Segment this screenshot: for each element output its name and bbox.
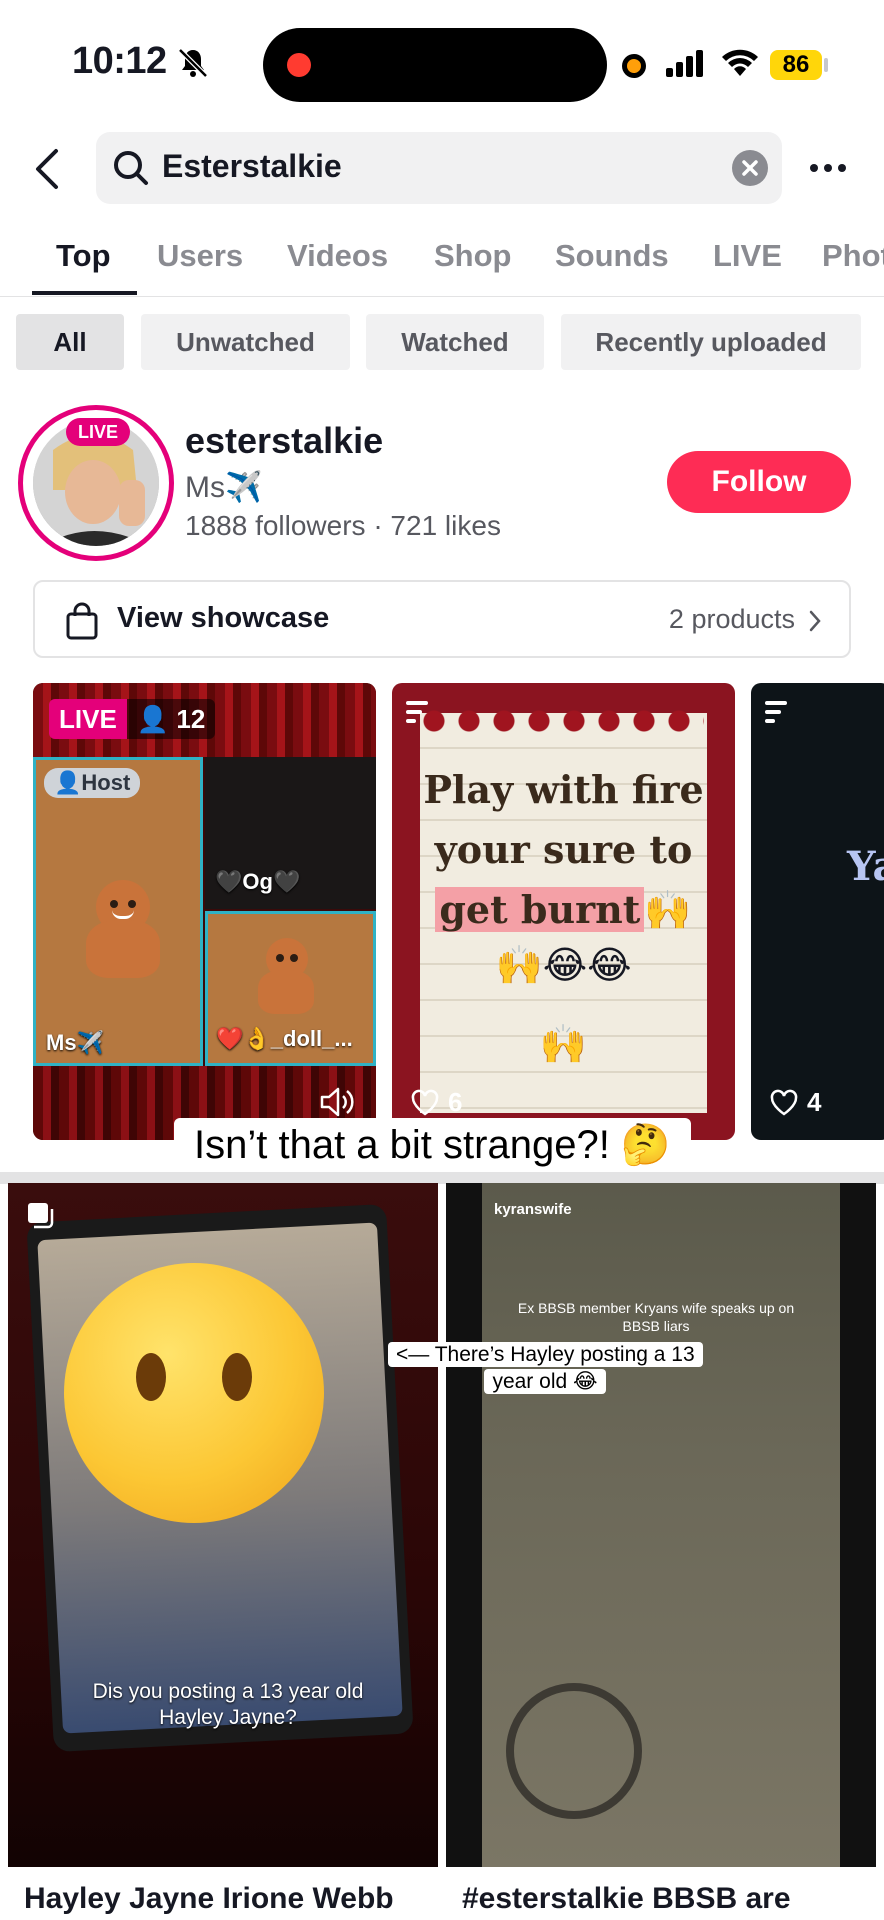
tab-top[interactable]: Top <box>56 238 111 274</box>
speaker-icon[interactable] <box>319 1085 355 1119</box>
follow-button[interactable]: Follow <box>667 451 851 513</box>
live-card[interactable]: LIVE 👤 12 👤Host Ms✈️ 🖤Og🖤 ❤️👌_doll_... <box>33 683 376 1140</box>
photo-post-icon <box>406 701 428 723</box>
viewer-count-value: 12 <box>176 704 206 734</box>
recording-indicator <box>287 53 311 77</box>
battery-level: 86 <box>770 50 822 80</box>
showcase-count: 2 products <box>668 604 795 634</box>
quote-line-3-highlight: get burnt <box>435 887 645 932</box>
emoji-eye <box>136 1353 166 1401</box>
tab-videos[interactable]: Videos <box>287 238 388 274</box>
quote-emoji-row-2: 🙌 <box>539 1024 588 1066</box>
video-screen-text: Ex BBSB member Kryans wife speaks up on … <box>517 1300 795 1334</box>
guest-tile-top: 🖤Og🖤 <box>205 757 376 909</box>
lamp-shade <box>506 1683 642 1819</box>
photo-card-partial[interactable]: Ya 4 <box>751 683 884 1140</box>
user-nickname: Ms✈️ <box>185 471 263 504</box>
viewer-count: 👤 12 <box>126 699 216 739</box>
like-count-value: 4 <box>807 1087 822 1117</box>
video-result-2[interactable]: kyranswife Ex BBSB member Kryans wife sp… <box>446 1183 876 1867</box>
active-tab-indicator <box>32 291 137 295</box>
photo-post-icon <box>765 701 787 723</box>
letterbox-right <box>840 1183 876 1867</box>
signal-icon <box>666 50 703 77</box>
bell-off-icon <box>178 48 208 78</box>
host-tile: 👤Host Ms✈️ <box>33 757 203 1066</box>
notepad-rings <box>422 709 704 733</box>
video-title-2[interactable]: #esterstalkie BBSB are <box>462 1882 872 1916</box>
gingerbread-icon <box>258 938 314 1018</box>
tab-sounds[interactable]: Sounds <box>555 238 669 274</box>
search-icon <box>114 151 148 185</box>
filter-watched[interactable]: Watched <box>366 314 544 370</box>
pointer-caption: <— There’s Hayley posting a 13 year old … <box>388 1341 703 1395</box>
quote-line-3-emoji: 🙌 <box>644 887 692 932</box>
pointer-caption-text: <— There’s Hayley posting a 13 year old … <box>388 1342 703 1394</box>
username[interactable]: esterstalkie <box>185 420 383 462</box>
close-icon <box>742 160 758 176</box>
tab-live[interactable]: LIVE <box>713 238 782 274</box>
heart-icon <box>411 1089 439 1116</box>
more-options-button[interactable] <box>806 150 850 186</box>
tab-photos[interactable]: Photos <box>822 238 884 274</box>
status-time: 10:12 <box>72 40 167 82</box>
filter-unwatched[interactable]: Unwatched <box>141 314 350 370</box>
wifi-icon <box>722 49 758 76</box>
showcase-label: View showcase <box>117 602 330 634</box>
guest-tile-top-label: 🖤Og🖤 <box>215 869 301 894</box>
blank-face-emoji-icon <box>64 1263 324 1523</box>
partial-card-text: Ya <box>847 843 884 890</box>
emoji-eye <box>222 1353 252 1401</box>
guest-tile-bottom-label: ❤️👌_doll_... <box>216 1026 353 1051</box>
quote-line-1: Play with fire <box>423 767 704 812</box>
photo-card-quote[interactable]: Play with fire your sure to get burnt 🙌 🙌… <box>392 683 735 1140</box>
host-tag-label: Host <box>81 770 131 795</box>
user-stats: 1888 followers · 721 likes <box>185 510 501 541</box>
quote-line-2: your sure to <box>434 827 693 872</box>
overlay-caption: Isn’t that a bit strange?! 🤔 <box>174 1118 691 1172</box>
search-tabs: Top Users Videos Shop Sounds LIVE Photos <box>0 228 884 297</box>
gingerbread-icon <box>86 880 160 980</box>
live-badge-label: LIVE <box>49 699 127 739</box>
filter-all[interactable]: All <box>16 314 124 370</box>
heart-icon <box>770 1089 798 1116</box>
dynamic-island <box>263 28 607 102</box>
uploader-name: kyranswife <box>494 1201 572 1218</box>
host-icon: 👤 <box>54 770 82 795</box>
chevron-right-icon <box>809 610 821 632</box>
multi-photo-icon <box>28 1203 54 1229</box>
letterbox-left <box>446 1183 482 1867</box>
battery-tip <box>824 58 828 72</box>
search-query: Esterstalkie <box>162 148 342 184</box>
like-count: 4 <box>769 1087 821 1118</box>
live-badge: LIVE 👤 12 <box>49 699 216 739</box>
tab-users[interactable]: Users <box>157 238 243 274</box>
live-tag: LIVE <box>66 418 130 446</box>
shopping-bag-icon <box>66 602 98 640</box>
video-title-1[interactable]: Hayley Jayne Irione Webb <box>24 1882 424 1916</box>
like-count: 6 <box>410 1087 462 1118</box>
view-showcase-button[interactable]: View showcase 2 products <box>33 580 851 658</box>
person-icon: 👤 <box>136 704 170 734</box>
quote-emoji-row-1: 🙌😂😂 <box>495 945 632 987</box>
host-tag: 👤Host <box>44 768 141 798</box>
back-button[interactable] <box>28 145 68 193</box>
clear-search-button[interactable] <box>732 150 768 186</box>
filter-recently-uploaded[interactable]: Recently uploaded <box>561 314 861 370</box>
mic-indicator-icon <box>622 54 646 78</box>
like-count-value: 6 <box>448 1087 463 1117</box>
video-caption: Dis you posting a 13 year old Hayley Jay… <box>92 1680 364 1729</box>
search-input[interactable]: Esterstalkie <box>96 132 782 204</box>
video-result-1[interactable]: Dis you posting a 13 year old Hayley Jay… <box>8 1183 438 1867</box>
host-tile-label: Ms✈️ <box>46 1030 104 1055</box>
tab-shop[interactable]: Shop <box>434 238 512 274</box>
guest-tile-bottom: ❤️👌_doll_... <box>205 911 376 1066</box>
